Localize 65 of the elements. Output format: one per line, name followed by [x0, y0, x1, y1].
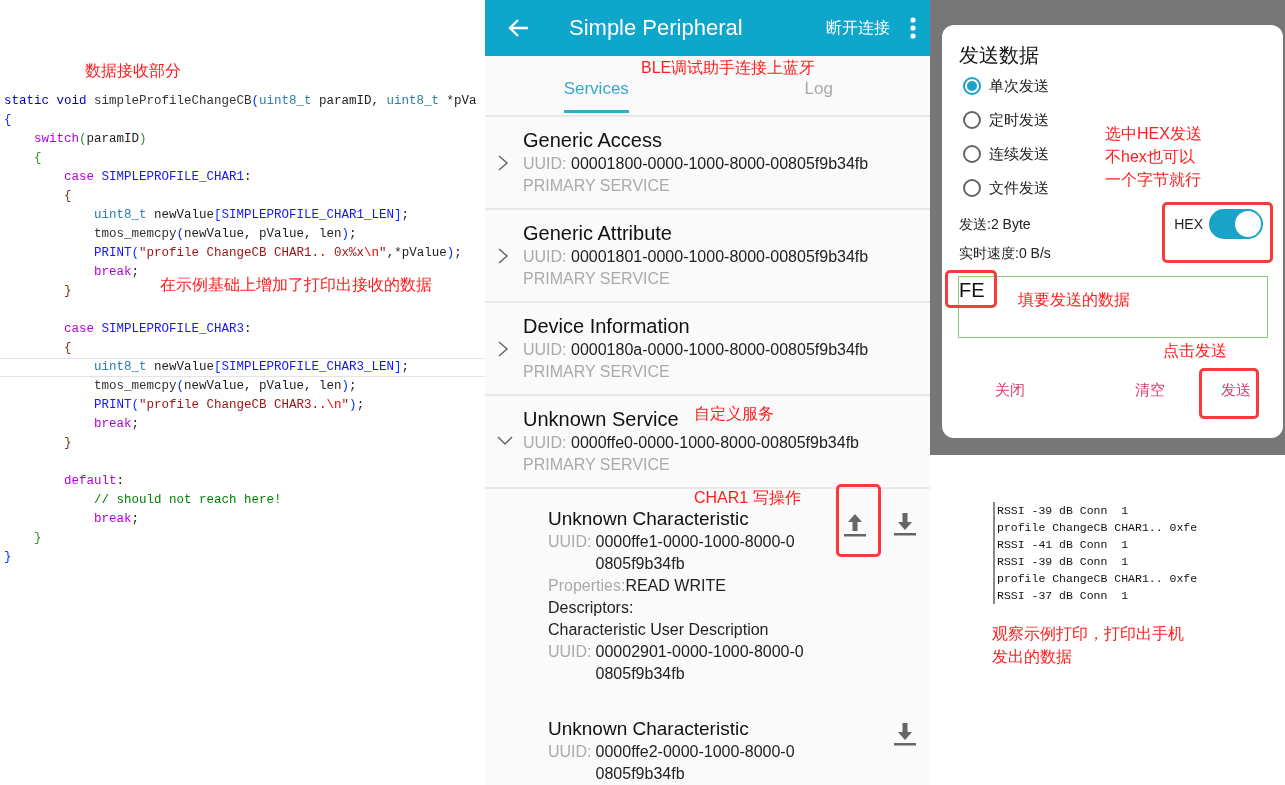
code-line: {	[63, 340, 72, 357]
code-line: PRINT("profile ChangeCB CHAR3..\n");	[93, 397, 365, 414]
code-line: }	[3, 549, 12, 566]
hex-label: HEX	[1174, 216, 1203, 232]
characteristic-name: Unknown Characteristic	[548, 717, 749, 741]
code-line: }	[63, 283, 72, 300]
service-type: PRIMARY SERVICE	[523, 269, 671, 289]
code-line: case SIMPLEPROFILE_CHAR3:	[63, 321, 252, 338]
code-line: tmos_memcpy(newValue, pValue, len);	[93, 226, 357, 243]
code-line: break;	[93, 511, 140, 528]
annotation-text: 点击发送	[1163, 342, 1227, 360]
annotation-text: 观察示例打印，打印出手机发出的数据	[992, 624, 1184, 667]
service-uuid: UUID: 0000180a-0000-1000-8000-00805f9b34fb	[523, 340, 869, 360]
log-line: RSSI -39 dB Conn 1	[997, 503, 1130, 519]
log-line: profile ChangeCB CHAR1.. 0xfe	[997, 520, 1198, 536]
annotation-text: 数据接收部分	[85, 62, 181, 80]
service-uuid: UUID: 00001801-0000-1000-8000-00805f9b34fb	[523, 247, 869, 267]
annotation-text: CHAR1 写操作	[694, 489, 801, 507]
annotation-text: 填要发送的数据	[1018, 291, 1130, 309]
code-line: uint8_t newValue[SIMPLEPROFILE_CHAR3_LEN];	[0, 358, 485, 377]
code-line: default:	[63, 473, 125, 490]
service-type: PRIMARY SERVICE	[523, 176, 671, 196]
code-line: }	[33, 530, 42, 547]
code-line: uint8_t newValue[SIMPLEPROFILE_CHAR1_LEN];	[93, 207, 410, 224]
annotation-text: 自定义服务	[694, 405, 774, 423]
app-title: Simple Peripheral	[569, 15, 744, 41]
service-name: Unknown Service	[523, 407, 679, 432]
code-line: static void simpleProfileChangeCB(uint8_t paramID, uint8_t *pVa	[3, 93, 477, 110]
code-line: switch(paramID)	[33, 131, 147, 148]
dialog-title: 发送数据	[959, 43, 1040, 68]
code-line: break;	[93, 416, 140, 433]
code-line: {	[3, 112, 12, 129]
service-type: PRIMARY SERVICE	[523, 455, 671, 475]
code-line: }	[63, 435, 72, 452]
code-line: // should not reach here!	[93, 492, 282, 509]
log-line: RSSI -41 dB Conn 1	[997, 537, 1130, 553]
characteristic-uuid: UUID: 0000ffe2-0000-1000-8000-00805f9b34fb	[548, 742, 796, 784]
code-line: {	[33, 150, 42, 167]
log-line: RSSI -39 dB Conn 1	[997, 554, 1130, 570]
descriptor-name: Characteristic User Description	[548, 620, 770, 640]
properties-text: Properties:READ WRITE	[548, 576, 727, 596]
descriptor-uuid: UUID: 00002901-0000-1000-8000-00805f9b34fb	[548, 642, 805, 684]
service-name: Generic Access	[523, 128, 662, 153]
service-uuid: UUID: 0000ffe0-0000-1000-8000-00805f9b34fb	[523, 433, 859, 453]
code-line: {	[63, 188, 72, 205]
service-name: Generic Attribute	[523, 221, 672, 246]
service-type: PRIMARY SERVICE	[523, 362, 671, 382]
characteristic-uuid: UUID: 0000ffe1-0000-1000-8000-00805f9b34fb	[548, 532, 796, 574]
annotation-text: 在示例基础上增加了打印出接收的数据	[160, 276, 432, 294]
service-name: Device Information	[523, 314, 690, 339]
code-line: break;	[93, 264, 140, 281]
log-line: profile ChangeCB CHAR1.. 0xfe	[997, 571, 1198, 587]
descriptors-label: Descriptors:	[548, 598, 635, 618]
code-line: case SIMPLEPROFILE_CHAR1:	[63, 169, 252, 186]
log-line: RSSI -37 dB Conn 1	[997, 588, 1130, 604]
sent-bytes: 发送:2 Byte	[959, 214, 1031, 234]
service-uuid: UUID: 00001800-0000-1000-8000-00805f9b34fb	[523, 154, 869, 174]
annotation-text: 不hex也可以	[1105, 148, 1195, 166]
code-line: PRINT("profile ChangeCB CHAR1.. 0x%x\n",*pValue);	[93, 245, 462, 262]
annotation-text: 一个字节就行	[1105, 171, 1201, 189]
characteristic-name: Unknown Characteristic	[548, 507, 749, 531]
annotation-text: BLE调试助手连接上蓝牙	[641, 59, 816, 77]
speed-text: 实时速度:0 B/s	[959, 244, 1052, 263]
annotation-text: 选中HEX发送	[1105, 125, 1202, 143]
code-line: tmos_memcpy(newValue, pValue, len);	[93, 378, 357, 395]
